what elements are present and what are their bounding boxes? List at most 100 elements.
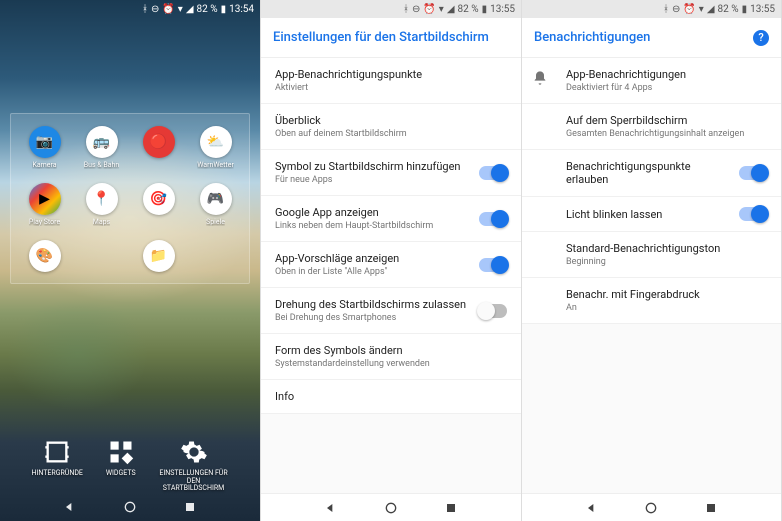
status-bar: ᚼ ⊖ ⏰ ▾ ◢ 82 % ▮ 13:55 <box>261 0 521 18</box>
nav-recent-icon[interactable] <box>703 500 719 516</box>
home-settings-panel: ᚼ ⊖ ⏰ ▾ ◢ 82 % ▮ 13:55 Einstellungen für… <box>261 0 522 521</box>
settings-item[interactable]: Drehung des Startbildschirms zulassen Bei… <box>261 288 521 334</box>
nav-bar <box>261 493 521 521</box>
panel-header: Benachrichtigungen ? <box>522 18 781 58</box>
nav-home-icon[interactable] <box>383 500 399 516</box>
app-shortcut[interactable]: 🚌 Bus & Bahn <box>76 126 127 169</box>
home-preview[interactable]: 📷 Kamera 🚌 Bus & Bahn 🔴 ⛅ WarnWetter ▶Play Stor… <box>10 113 250 284</box>
item-subtitle: Links neben dem Haupt-Startbildschirm <box>275 221 471 231</box>
app-shortcut[interactable]: 📷 Kamera <box>19 126 70 169</box>
nav-back-icon[interactable] <box>62 499 78 515</box>
settings-item[interactable]: Benachrichtigungspunkte erlauben <box>522 150 781 197</box>
app-icon: 🎮 <box>200 183 232 215</box>
item-subtitle: An <box>566 303 767 313</box>
bluetooth-icon: ᚼ <box>403 4 409 15</box>
app-shortcut[interactable]: 🎮 Spiele <box>190 183 241 226</box>
settings-item[interactable]: App-Vorschläge anzeigenOben in der Liste… <box>261 242 521 288</box>
status-bar: ᚼ ⊖ ⏰ ▾ ◢ 82 % ▮ 13:54 <box>0 0 260 18</box>
status-bar: ᚼ ⊖ ⏰ ▾ ◢ 82 % ▮ 13:55 <box>522 0 781 18</box>
toggle-switch[interactable] <box>739 207 767 221</box>
settings-item[interactable]: Standard-Benachrichtigungston Beginning <box>522 232 781 278</box>
settings-item[interactable]: Licht blinken lassen <box>522 197 781 232</box>
panel-header: Einstellungen für den Startbildschirm <box>261 18 521 58</box>
app-label: Bus & Bahn <box>84 161 120 169</box>
battery-text: 82 % <box>458 4 479 15</box>
dnd-icon: ⊖ <box>151 4 159 15</box>
app-label: Spiele <box>206 218 225 226</box>
nav-recent-icon[interactable] <box>182 499 198 515</box>
item-subtitle: Oben auf deinem Startbildschirm <box>275 129 507 139</box>
app-shortcut[interactable]: 🔴 <box>133 126 184 169</box>
item-subtitle: Für neue Apps <box>275 175 471 185</box>
home-settings-button[interactable]: EINSTELLUNGEN FÜR DEN STARTBILDSCHIRM <box>159 438 229 493</box>
settings-item[interactable]: Benachr. mit Fingerabdruck An <box>522 278 781 324</box>
settings-item[interactable]: Symbol zu Startbildschirm hinzufügen Für … <box>261 150 521 196</box>
notification-settings-panel: ᚼ ⊖ ⏰ ▾ ◢ 82 % ▮ 13:55 Benachrichtigunge… <box>522 0 782 521</box>
item-subtitle: Beginning <box>566 257 767 267</box>
wallpapers-button[interactable]: HINTERGRÜNDE <box>31 438 82 493</box>
item-title: Form des Symbols ändern <box>275 344 507 357</box>
app-icon: ⛅ <box>200 126 232 158</box>
app-icon: 🚌 <box>86 126 118 158</box>
settings-item[interactable]: Überblick Oben auf deinem Startbildschirm <box>261 104 521 150</box>
settings-item[interactable]: Form des Symbols ändern Systemstandardein… <box>261 334 521 380</box>
toggle-switch[interactable] <box>479 304 507 318</box>
settings-item[interactable]: App-Benachrichtigungen Deaktiviert für 4 … <box>522 58 781 104</box>
app-label: WarnWetter <box>197 161 234 169</box>
nav-home-icon[interactable] <box>643 500 659 516</box>
item-title: Drehung des Startbildschirms zulassen <box>275 298 471 311</box>
settings-item[interactable]: App-BenachrichtigungspunkteAktiviert <box>261 58 521 104</box>
item-title: App-Benachrichtigungspunkte <box>275 68 507 81</box>
item-title: Standard-Benachrichtigungston <box>566 242 767 255</box>
toggle-switch[interactable] <box>479 166 507 180</box>
settings-item[interactable]: Google App anzeigenLinks neben dem Haupt… <box>261 196 521 242</box>
nav-home-icon[interactable] <box>122 499 138 515</box>
alarm-icon: ⏰ <box>683 4 695 15</box>
widgets-button[interactable]: WIDGETS <box>106 438 136 493</box>
settings-list: App-BenachrichtigungspunkteAktiviertÜber… <box>261 58 521 493</box>
settings-item[interactable]: Auf dem SperrbildschirmGesamten Benachri… <box>522 104 781 150</box>
item-subtitle: Bei Drehung des Smartphones <box>275 313 471 323</box>
app-shortcut[interactable]: ⛅ WarnWetter <box>190 126 241 169</box>
toggle-switch[interactable] <box>479 212 507 226</box>
nav-bar <box>522 493 781 521</box>
signal-icon: ◢ <box>447 4 455 15</box>
help-icon[interactable]: ? <box>753 30 769 46</box>
toggle-switch[interactable] <box>479 258 507 272</box>
app-shortcut[interactable]: 📍Maps <box>76 183 127 226</box>
app-shortcut[interactable]: ▶Play Store <box>19 183 70 226</box>
app-icon: 🎯 <box>143 183 175 215</box>
bluetooth-icon: ᚼ <box>142 4 148 15</box>
item-title: Benachr. mit Fingerabdruck <box>566 288 767 301</box>
wifi-icon: ▾ <box>699 4 704 15</box>
app-icon: ▶ <box>29 183 61 215</box>
item-title: Überblick <box>275 114 507 127</box>
signal-icon: ◢ <box>186 4 194 15</box>
item-subtitle: Systemstandardeinstellung verwenden <box>275 359 507 369</box>
settings-list: App-Benachrichtigungen Deaktiviert für 4 … <box>522 58 781 493</box>
app-shortcut[interactable]: 📁 <box>133 240 184 275</box>
page-title: Benachrichtigungen <box>534 30 650 45</box>
battery-icon: ▮ <box>742 4 748 15</box>
settings-item[interactable]: Info <box>261 380 521 414</box>
battery-text: 82 % <box>718 4 739 15</box>
home-settings-label: EINSTELLUNGEN FÜR DEN STARTBILDSCHIRM <box>159 470 229 493</box>
nav-recent-icon[interactable] <box>443 500 459 516</box>
item-subtitle: Deaktiviert für 4 Apps <box>566 83 767 93</box>
bluetooth-icon: ᚼ <box>663 4 669 15</box>
nav-back-icon[interactable] <box>584 500 600 516</box>
app-label: Kamera <box>32 161 56 169</box>
app-icon: 📍 <box>86 183 118 215</box>
app-shortcut[interactable]: 🎯 <box>133 183 184 226</box>
item-title: Info <box>275 390 507 403</box>
nav-back-icon[interactable] <box>323 500 339 516</box>
item-title: App-Benachrichtigungen <box>566 68 767 81</box>
toggle-switch[interactable] <box>739 166 767 180</box>
battery-icon: ▮ <box>482 4 488 15</box>
app-shortcut[interactable]: 🎨 <box>19 240 70 275</box>
item-title: Symbol zu Startbildschirm hinzufügen <box>275 160 471 173</box>
gear-icon <box>180 438 208 466</box>
bell-icon <box>532 70 548 90</box>
app-icon: 📷 <box>29 126 61 158</box>
nav-bar <box>0 493 260 521</box>
